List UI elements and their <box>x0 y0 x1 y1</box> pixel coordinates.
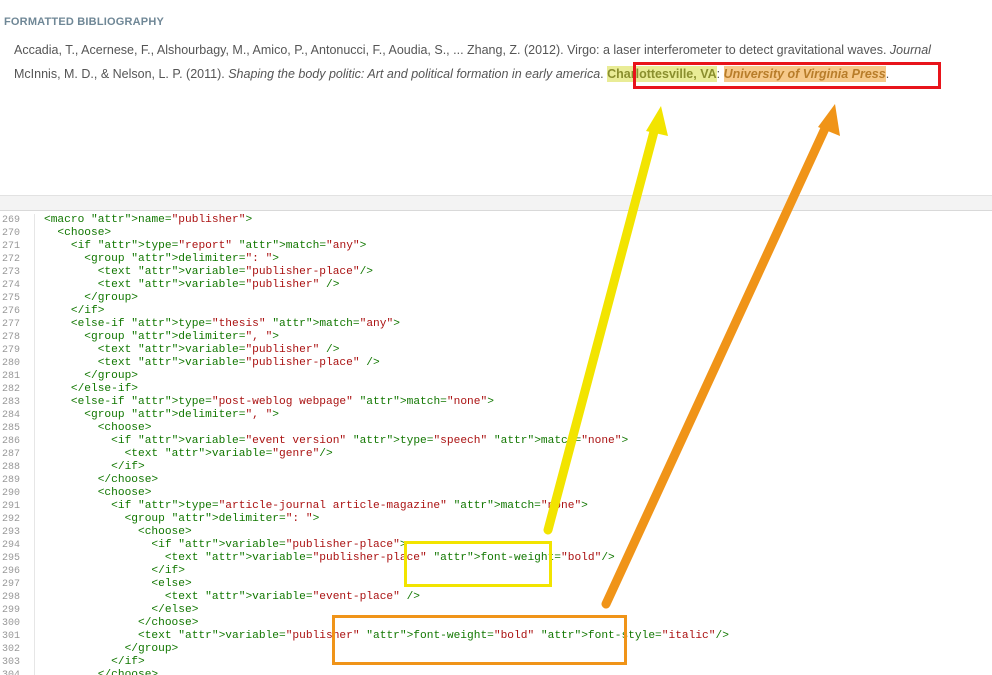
line-number: 281 <box>2 371 21 382</box>
code-text: </group> <box>44 643 179 655</box>
line-number: 288 <box>2 462 21 473</box>
line-number: 292 <box>2 514 21 525</box>
red-highlight-box <box>633 62 941 89</box>
line-number: 302 <box>2 644 21 655</box>
line-number: 279 <box>2 345 21 356</box>
code-text: </choose> <box>44 669 159 675</box>
code-text: <group "attr">delimiter=": "> <box>44 513 320 525</box>
code-text: <text "attr">variable="publisher" /> <box>44 344 340 356</box>
line-number: 293 <box>2 527 21 538</box>
line-number: 290 <box>2 488 21 499</box>
code-text: <group "attr">delimiter=", "> <box>44 409 280 421</box>
entry-authors: McInnis, M. D., & Nelson, L. P. (2011). <box>14 67 229 81</box>
line-number: 282 <box>2 384 21 395</box>
line-number: 286 <box>2 436 21 447</box>
line-number: 276 <box>2 306 21 317</box>
line-number: 287 <box>2 449 21 460</box>
line-number: 295 <box>2 553 21 564</box>
code-text: <if "attr">type="report" "attr">match="a… <box>44 240 367 252</box>
code-text: <choose> <box>44 422 152 434</box>
orange-callout-box <box>332 615 627 665</box>
line-number: 285 <box>2 423 21 434</box>
code-text: <else-if "attr">type="post-weblog webpag… <box>44 396 494 408</box>
line-number: 274 <box>2 280 21 291</box>
code-text: <choose> <box>44 227 112 239</box>
line-number: 272 <box>2 254 21 265</box>
entry-citation-text: Accadia, T., Acernese, F., Alshourbagy, … <box>14 43 890 57</box>
entry-journal-text: Journal <box>889 43 931 57</box>
code-text: </if> <box>44 305 105 317</box>
line-number: 297 <box>2 579 21 590</box>
line-number: 284 <box>2 410 21 421</box>
code-text: </else> <box>44 604 199 616</box>
bibliography-entry-accadia: Accadia, T., Acernese, F., Alshourbagy, … <box>14 43 931 57</box>
line-number: 273 <box>2 267 21 278</box>
code-text: <text "attr">variable="event-place" /> <box>44 591 421 603</box>
line-number: 283 <box>2 397 21 408</box>
pane-divider[interactable] <box>0 195 992 211</box>
line-number: 278 <box>2 332 21 343</box>
line-number: 269 <box>2 215 21 226</box>
line-number: 291 <box>2 501 21 512</box>
code-text: <if "attr">variable="event version" "att… <box>44 435 629 447</box>
line-number: 280 <box>2 358 21 369</box>
line-number: 294 <box>2 540 21 551</box>
code-text: <if "attr">type="article-journal article… <box>44 500 588 512</box>
line-number: 304 <box>2 669 24 675</box>
code-text: </choose> <box>44 474 159 486</box>
code-text: <choose> <box>44 526 192 538</box>
code-text: <text "attr">variable="publisher-place" … <box>44 357 380 369</box>
code-text: <macro "attr">name="publisher"> <box>44 214 253 226</box>
line-number: 298 <box>2 592 21 603</box>
line-number: 271 <box>2 241 21 252</box>
entry-title: Shaping the body politic: Art and politi… <box>228 67 601 81</box>
line-number: 296 <box>2 566 21 577</box>
code-text: <text "attr">variable="genre"/> <box>44 448 333 460</box>
code-text: <text "attr">variable="publisher" /> <box>44 279 340 291</box>
line-number: 301 <box>2 631 21 642</box>
code-text: </if> <box>44 565 185 577</box>
code-text: </choose> <box>44 617 199 629</box>
yellow-callout-box <box>404 541 552 587</box>
line-number: 277 <box>2 319 21 330</box>
line-number: 289 <box>2 475 21 486</box>
code-text: </else-if> <box>44 383 138 395</box>
line-number: 300 <box>2 618 21 629</box>
line-number: 299 <box>2 605 21 616</box>
code-text: <text "attr">variable="publisher-place"/… <box>44 266 374 278</box>
code-text: <group "attr">delimiter=", "> <box>44 331 280 343</box>
code-text: <if "attr">variable="publisher-place"> <box>44 539 407 551</box>
line-number: 270 <box>2 228 21 239</box>
line-number: 275 <box>2 293 21 304</box>
code-text: </if> <box>44 656 145 668</box>
code-text: <choose> <box>44 487 152 499</box>
bibliography-header: FORMATTED BIBLIOGRAPHY <box>4 16 165 28</box>
code-text: </group> <box>44 370 138 382</box>
code-text: </if> <box>44 461 145 473</box>
line-number: 303 <box>2 657 21 668</box>
code-editor[interactable]: 269 <macro "attr">name="publisher"> 270 <c… <box>0 210 992 675</box>
code-text: <group "attr">delimiter=": "> <box>44 253 280 265</box>
code-text: <else> <box>44 578 192 590</box>
code-text: </group> <box>44 292 138 304</box>
code-text: <else-if "attr">type="thesis" "attr">mat… <box>44 318 400 330</box>
